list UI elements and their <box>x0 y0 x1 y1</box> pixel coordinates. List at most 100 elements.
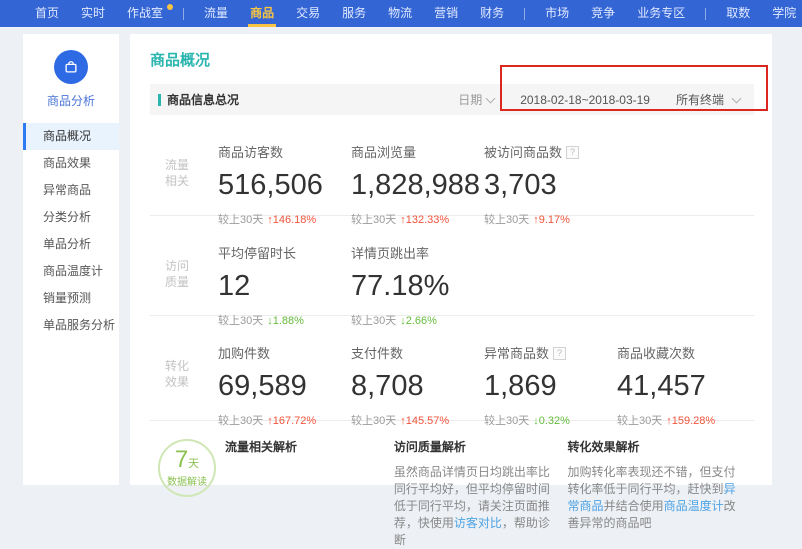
nav-service[interactable]: 服务 <box>331 0 377 27</box>
delta-down: ↓2.66% <box>400 315 437 327</box>
metric-label: 异常商品数? <box>484 343 617 362</box>
nav-home[interactable]: 首页 <box>24 0 70 27</box>
metric-product-favorites: 商品收藏次数 41,457 较上30天↑159.28% <box>617 343 754 420</box>
section-title: 商品信息总况 <box>167 91 239 108</box>
insight-title: 访问质量解析 <box>394 438 554 455</box>
insight-title: 流量相关解析 <box>225 438 380 455</box>
data-interpretation-badge: 7天 数据解读 <box>158 439 216 497</box>
nav-academy[interactable]: 学院 <box>761 0 802 27</box>
metric-product-visitors: 商品访客数 516,506 较上30天↑146.18% <box>218 142 351 215</box>
sidebar-item-abnormal-products[interactable]: 异常商品 <box>23 177 119 204</box>
metric-label: 平均停留时长 <box>218 243 351 262</box>
product-thermometer-link[interactable]: 商品温度计 <box>664 499 724 513</box>
delta-up: ↑146.18% <box>267 214 316 226</box>
delta-down: ↓0.32% <box>533 415 570 427</box>
metric-value: 77.18% <box>351 270 484 303</box>
product-analysis-icon <box>54 50 88 84</box>
nav-realtime[interactable]: 实时 <box>70 0 116 27</box>
metric-product-pageviews: 商品浏览量 1,828,988 较上30天↑132.33% <box>351 142 484 215</box>
metric-detail-bounce-rate: 详情页跳出率 77.18% 较上30天↓2.66% <box>351 243 484 315</box>
top-nav: 首页 实时 作战室 流量 商品 交易 服务 物流 营销 财务 市场 竞争 业务专… <box>0 0 802 27</box>
nav-divider <box>705 8 706 20</box>
insight-text: 加购转化率表现还不错，但支付转化率低于同行平均，赶快到异常商品并结合使用商品温度… <box>568 464 740 532</box>
nav-divider <box>524 8 525 20</box>
metric-row-conversion: 转化 效果 加购件数 69,589 较上30天↑167.72% 支付件数 8,7… <box>150 315 754 420</box>
nav-marketing[interactable]: 营销 <box>423 0 469 27</box>
insight-text: 虽然商品详情页日均跳出率比同行平均好，但平均停留时间低于同行平均，请关注页面推荐… <box>394 464 554 549</box>
main-content: 商品概况 商品信息总况 日期 2018-02-18~2018-03-19 所有终… <box>130 34 772 485</box>
metric-avg-stay-time: 平均停留时长 12 较上30天↓1.88% <box>218 243 351 315</box>
nav-business-zone[interactable]: 业务专区 <box>626 0 696 27</box>
terminal-filter[interactable]: 所有终端 <box>676 91 724 108</box>
metric-compare: 较上30天↑167.72% <box>218 412 351 428</box>
delta-up: ↑167.72% <box>267 415 316 427</box>
nav-trade[interactable]: 交易 <box>285 0 331 27</box>
metric-value: 8,708 <box>351 370 484 403</box>
insight-conversion: 转化效果解析 加购转化率表现还不错，但支付转化率低于同行平均，赶快到异常商品并结… <box>568 434 740 549</box>
metric-label: 商品浏览量 <box>351 142 484 161</box>
metric-value: 1,869 <box>484 370 617 403</box>
sidebar-item-category-analysis[interactable]: 分类分析 <box>23 204 119 231</box>
delta-down: ↓1.88% <box>267 315 304 327</box>
nav-logistics[interactable]: 物流 <box>377 0 423 27</box>
delta-up: ↑9.17% <box>533 214 570 226</box>
sidebar-item-single-product-analysis[interactable]: 单品分析 <box>23 231 119 258</box>
metric-label: 被访问商品数? <box>484 142 617 161</box>
metric-cart-adds: 加购件数 69,589 较上30天↑167.72% <box>218 343 351 420</box>
nav-data-fetch[interactable]: 取数 <box>715 0 761 27</box>
metric-row-visit-quality: 访问 质量 平均停留时长 12 较上30天↓1.88% 详情页跳出率 77.18… <box>150 215 754 315</box>
metric-compare: 较上30天↑146.18% <box>218 211 351 227</box>
nav-product[interactable]: 商品 <box>239 0 285 27</box>
sidebar-header: 商品分析 <box>23 34 119 123</box>
metric-value: 12 <box>218 270 351 303</box>
metric-label: 商品访客数 <box>218 142 351 161</box>
metric-visited-products: 被访问商品数? 3,703 较上30天↑9.17% <box>484 142 617 215</box>
page-title: 商品概况 <box>150 34 754 84</box>
sidebar-item-sales-forecast[interactable]: 销量预测 <box>23 285 119 312</box>
insight-visit-quality: 访问质量解析 虽然商品详情页日均跳出率比同行平均好，但平均停留时间低于同行平均，… <box>394 434 554 549</box>
date-filter-label[interactable]: 日期 <box>458 91 482 108</box>
nav-market[interactable]: 市场 <box>534 0 580 27</box>
metric-compare: 较上30天↑145.57% <box>351 412 484 428</box>
metric-value: 41,457 <box>617 370 754 403</box>
metric-compare: 较上30天↑9.17% <box>484 211 617 227</box>
delta-up: ↑132.33% <box>400 214 449 226</box>
sidebar: 商品分析 商品概况 商品效果 异常商品 分类分析 单品分析 商品温度计 销量预测… <box>23 34 119 485</box>
metric-value: 516,506 <box>218 169 351 202</box>
visitor-compare-link[interactable]: 访客对比 <box>454 516 502 530</box>
nav-divider <box>183 8 184 20</box>
metric-compare: 较上30天↓1.88% <box>218 312 351 328</box>
section-header: 商品信息总况 日期 2018-02-18~2018-03-19 所有终端 <box>150 84 754 115</box>
metric-label: 详情页跳出率 <box>351 243 484 262</box>
filters: 日期 2018-02-18~2018-03-19 所有终端 <box>458 91 742 108</box>
date-range-picker[interactable]: 2018-02-18~2018-03-19 <box>520 93 650 107</box>
sidebar-item-product-thermometer[interactable]: 商品温度计 <box>23 258 119 285</box>
metric-group-label: 访问 质量 <box>150 243 218 315</box>
help-icon[interactable]: ? <box>566 146 579 159</box>
nav-traffic[interactable]: 流量 <box>193 0 239 27</box>
sidebar-item-product-overview[interactable]: 商品概况 <box>23 123 119 150</box>
delta-up: ↑159.28% <box>666 415 715 427</box>
chevron-down-icon <box>732 93 742 103</box>
metric-group-label: 流量 相关 <box>150 142 218 215</box>
nav-competition[interactable]: 竞争 <box>580 0 626 27</box>
help-icon[interactable]: ? <box>553 347 566 360</box>
metric-group-label: 转化 效果 <box>150 343 218 420</box>
metric-label: 支付件数 <box>351 343 484 362</box>
insight-traffic: 流量相关解析 <box>225 434 380 549</box>
notification-dot-icon <box>167 4 173 10</box>
metric-paid-items: 支付件数 8,708 较上30天↑145.57% <box>351 343 484 420</box>
metric-label: 加购件数 <box>218 343 351 362</box>
nav-war-room[interactable]: 作战室 <box>116 0 174 27</box>
section-tick-icon <box>158 94 161 106</box>
delta-up: ↑145.57% <box>400 415 449 427</box>
metric-abnormal-products: 异常商品数? 1,869 较上30天↓0.32% <box>484 343 617 420</box>
metric-compare: 较上30天↓0.32% <box>484 412 617 428</box>
insight-title: 转化效果解析 <box>568 438 740 455</box>
sidebar-item-single-product-service[interactable]: 单品服务分析 <box>23 312 119 339</box>
sidebar-section-label: 商品分析 <box>23 92 119 109</box>
chevron-down-icon <box>486 93 496 103</box>
metric-value: 3,703 <box>484 169 617 202</box>
sidebar-item-product-effect[interactable]: 商品效果 <box>23 150 119 177</box>
nav-finance[interactable]: 财务 <box>469 0 515 27</box>
